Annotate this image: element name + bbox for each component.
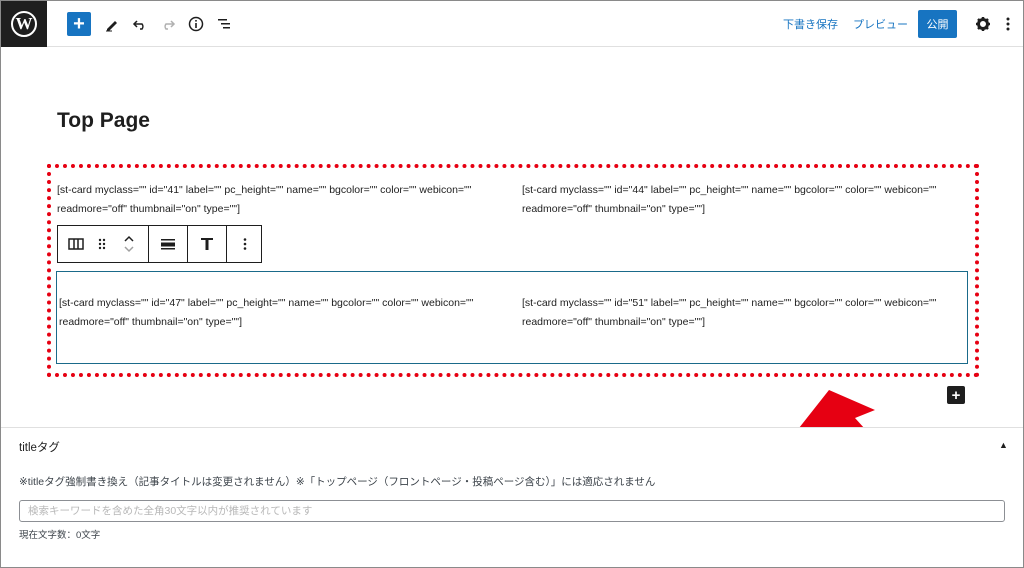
- shortcode-block[interactable]: [st-card myclass="" id="51" label="" pc_…: [522, 294, 962, 332]
- undo-button[interactable]: [129, 11, 151, 37]
- align-group: [149, 226, 188, 262]
- info-icon: [188, 16, 204, 32]
- details-button[interactable]: [185, 11, 207, 37]
- settings-button[interactable]: [973, 11, 993, 37]
- block-toolbar: [57, 225, 262, 263]
- more-vertical-icon: [1006, 17, 1010, 31]
- publish-button[interactable]: 公開: [918, 10, 957, 38]
- block-inserter-button[interactable]: +: [947, 386, 965, 404]
- redo-button[interactable]: [157, 11, 179, 37]
- drag-handle-icon: [98, 238, 106, 250]
- pencil-icon: [106, 21, 117, 32]
- align-button[interactable]: [149, 226, 187, 262]
- post-title[interactable]: Top Page: [57, 109, 150, 133]
- columns-icon: [68, 238, 84, 250]
- list-view-icon: [218, 19, 230, 29]
- undo-icon: [132, 20, 144, 30]
- more-vertical-icon: [243, 238, 247, 250]
- shortcode-block[interactable]: [st-card myclass="" id="41" label="" pc_…: [57, 181, 497, 219]
- preview-button[interactable]: プレビュー: [853, 16, 908, 32]
- wordpress-logo-icon[interactable]: W: [1, 1, 47, 47]
- align-top-icon: [201, 238, 213, 250]
- title-tag-meta-box: titleタグ ▲ ※titleタグ強制書き換え（記事タイトルは変更されません）…: [1, 427, 1023, 567]
- title-tag-input[interactable]: [19, 500, 1005, 522]
- gear-icon: [976, 17, 990, 31]
- more-options-group: [227, 226, 263, 262]
- align-wide-icon: [161, 239, 175, 250]
- move-buttons[interactable]: [110, 226, 148, 262]
- options-button[interactable]: [999, 11, 1017, 37]
- meta-box-title[interactable]: titleタグ: [19, 439, 60, 455]
- add-block-button[interactable]: +: [67, 12, 91, 36]
- meta-box-note: ※titleタグ強制書き換え（記事タイトルは変更されません）※「トップページ（フ…: [19, 476, 656, 488]
- shortcode-block[interactable]: [st-card myclass="" id="44" label="" pc_…: [522, 181, 962, 219]
- chevron-down-icon[interactable]: [123, 244, 135, 254]
- top-toolbar: W + 下書き保存 プレビュー 公開: [1, 1, 1023, 47]
- editor-window: W + 下書き保存 プレビュー 公開 Top Page [st-card myc…: [0, 0, 1024, 568]
- block-type-group: [58, 226, 149, 262]
- block-options-button[interactable]: [227, 226, 263, 262]
- chevron-up-icon[interactable]: [123, 234, 135, 244]
- drag-handle[interactable]: [94, 226, 110, 262]
- char-count: 現在文字数：0文字: [19, 530, 101, 541]
- save-draft-button[interactable]: 下書き保存: [783, 16, 838, 32]
- wordpress-logo-letter: W: [11, 11, 37, 37]
- plus-icon: +: [951, 386, 961, 404]
- shortcode-block[interactable]: [st-card myclass="" id="47" label="" pc_…: [59, 294, 499, 332]
- list-view-button[interactable]: [213, 11, 235, 37]
- redo-icon: [164, 20, 176, 30]
- tools-button[interactable]: [101, 11, 123, 37]
- plus-icon: +: [73, 12, 85, 35]
- vertical-align-group: [188, 226, 227, 262]
- columns-block-button[interactable]: [58, 226, 94, 262]
- collapse-toggle-icon[interactable]: ▲: [999, 440, 1008, 450]
- vertical-align-button[interactable]: [188, 226, 226, 262]
